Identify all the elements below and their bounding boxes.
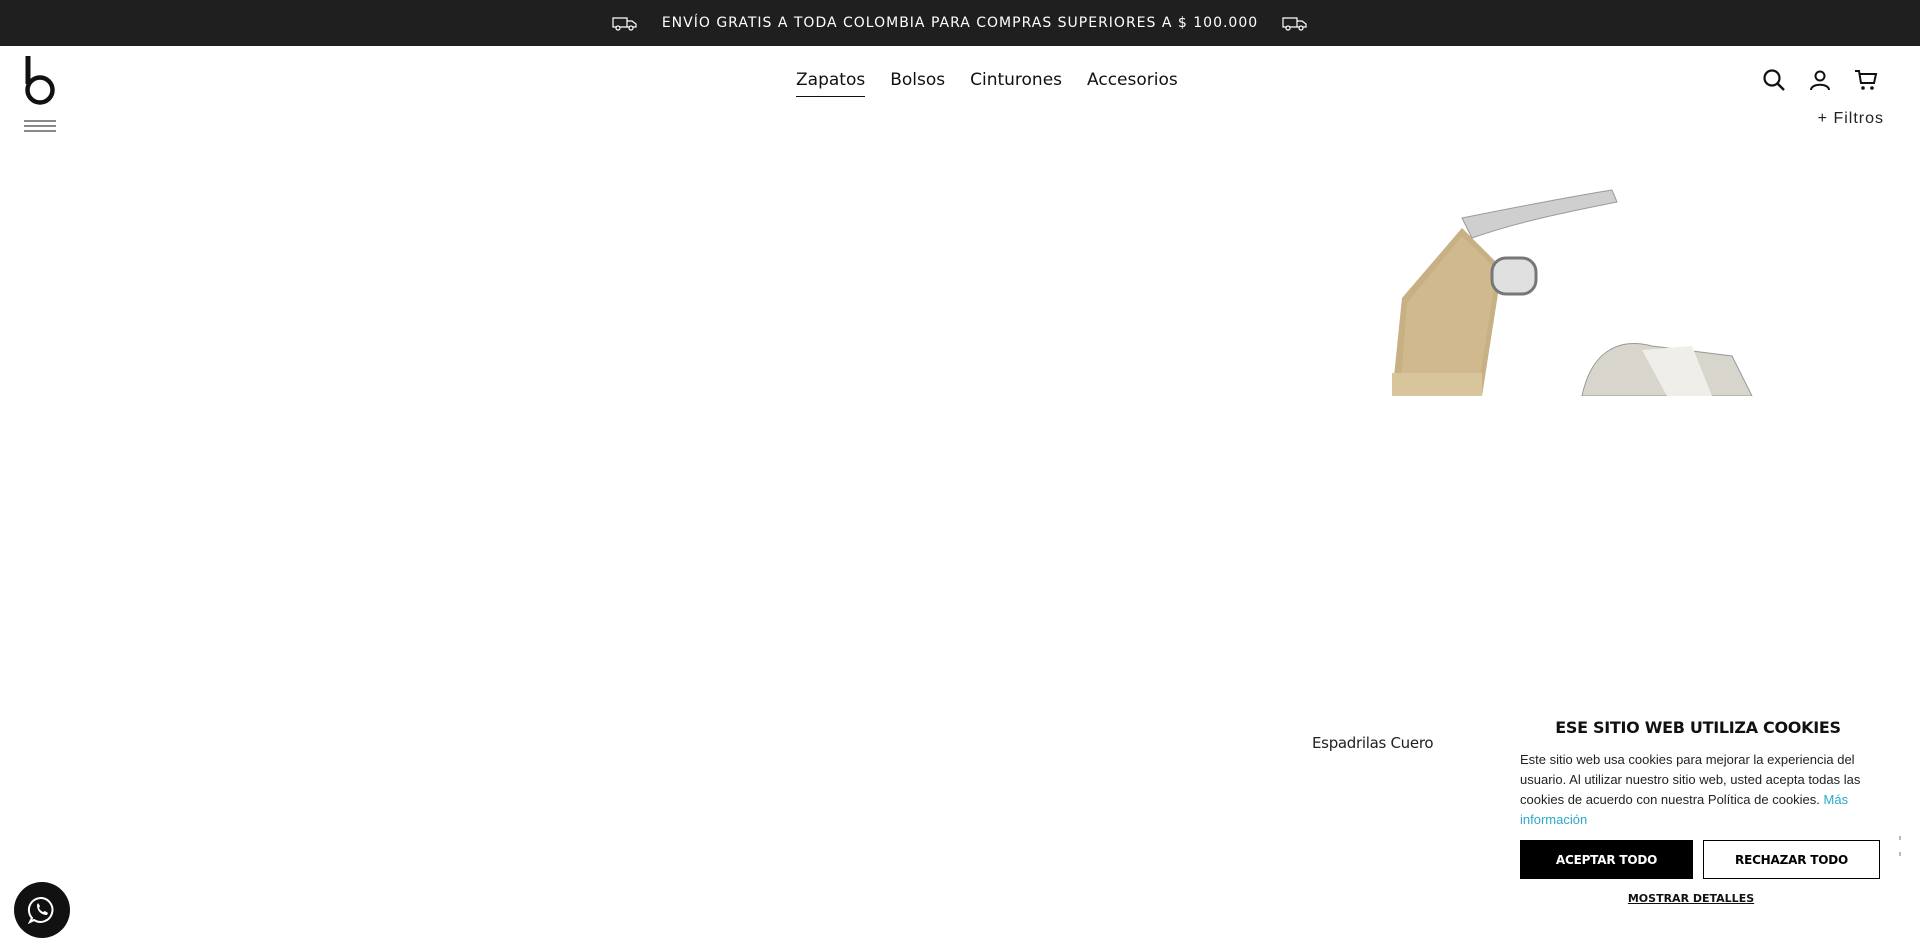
user-icon[interactable] xyxy=(1808,68,1832,92)
whatsapp-icon xyxy=(27,896,54,925)
accept-all-button[interactable]: ACEPTAR TODO xyxy=(1520,840,1693,879)
logo-b-icon[interactable] xyxy=(24,54,56,106)
product-name[interactable]: Espadrilas Cuero xyxy=(1312,734,1434,752)
product-image[interactable] xyxy=(1312,138,1888,396)
cookie-banner: ESE SITIO WEB UTILIZA COOKIES Este sitio… xyxy=(1498,702,1898,947)
cart-icon[interactable] xyxy=(1854,68,1878,92)
truck-icon xyxy=(1282,17,1307,31)
truck-icon xyxy=(612,17,637,31)
show-details-link[interactable]: MOSTRAR DETALLES xyxy=(1498,892,1884,905)
cookie-description: Este sitio web usa cookies para mejorar … xyxy=(1520,752,1861,807)
nav-item-cinturones[interactable]: Cinturones xyxy=(970,70,1062,97)
nav-item-accesorios[interactable]: Accesorios xyxy=(1087,70,1178,97)
scroll-indicator-icon xyxy=(1899,836,1901,856)
cookie-title: ESE SITIO WEB UTILIZA COOKIES xyxy=(1555,718,1841,737)
nav-item-zapatos[interactable]: Zapatos xyxy=(796,70,866,97)
whatsapp-button[interactable] xyxy=(14,882,70,938)
filters-toggle[interactable]: + Filtros xyxy=(1818,110,1884,128)
espadrille-illustration xyxy=(1312,138,1888,396)
main-nav: Zapatos Bolsos Cinturones Accesorios xyxy=(796,70,1178,97)
header-icons xyxy=(1762,68,1878,92)
promo-text: ENVÍO GRATIS A TODA COLOMBIA PARA COMPRA… xyxy=(661,15,1259,31)
cookie-text-block: Este sitio web usa cookies para mejorar … xyxy=(1520,750,1880,830)
reject-all-button[interactable]: RECHAZAR TODO xyxy=(1703,840,1880,879)
search-icon[interactable] xyxy=(1762,68,1786,92)
nav-item-bolsos[interactable]: Bolsos xyxy=(890,70,945,97)
announcement-bar: ENVÍO GRATIS A TODA COLOMBIA PARA COMPRA… xyxy=(0,0,1920,46)
hamburger-menu-icon[interactable] xyxy=(24,120,56,132)
site-header: Zapatos Bolsos Cinturones Accesorios xyxy=(0,46,1920,132)
